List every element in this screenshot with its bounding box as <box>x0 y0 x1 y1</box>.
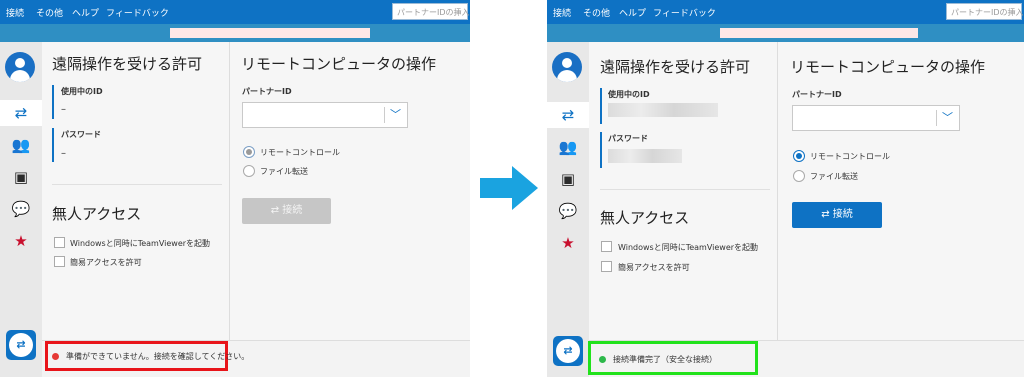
section-divider <box>600 189 770 190</box>
allow-remote-title: 遠隔操作を受ける許可 <box>600 58 751 76</box>
search-placeholder: パートナーIDの挿入 <box>951 8 1024 17</box>
augmented-reality-icon[interactable]: ★ <box>6 228 36 254</box>
file-transfer-label: ファイル転送 <box>810 172 858 181</box>
remote-control-radio[interactable] <box>243 146 255 158</box>
column-divider <box>229 42 230 342</box>
menu-help[interactable]: ヘルプ <box>72 6 99 19</box>
password-label: パスワード <box>608 134 648 143</box>
remote-control-label: リモートコントロール <box>810 152 890 161</box>
id-accent-bar <box>600 88 602 124</box>
easy-access-label: 簡易アクセスを許可 <box>70 258 142 267</box>
redacted-banner <box>170 28 370 38</box>
contacts-icon[interactable]: ▣ <box>6 164 36 190</box>
menu-feedback[interactable]: フィードバック <box>106 6 169 19</box>
people-icon[interactable]: 👥 <box>6 132 36 158</box>
your-id-label: 使用中のID <box>61 87 103 96</box>
teamviewer-logo-icon: ⇄ <box>553 336 583 366</box>
people-icon[interactable]: 👥 <box>553 134 583 160</box>
contacts-icon[interactable]: ▣ <box>553 166 583 192</box>
status-text: 準備ができていません。接続を確認してください。 <box>66 352 250 361</box>
notification-strip <box>547 24 1024 42</box>
your-id-label: 使用中のID <box>608 90 650 99</box>
allow-remote-title: 遠隔操作を受ける許可 <box>52 55 203 73</box>
partner-id-search-input[interactable]: パートナーIDの挿入 <box>946 3 1024 20</box>
control-remote-title: リモートコンピュータの操作 <box>790 58 986 76</box>
partner-id-label: パートナーID <box>792 90 842 99</box>
chevron-down-icon[interactable]: ﹀ <box>942 110 953 126</box>
redacted-banner <box>720 28 918 38</box>
status-dot-green <box>599 356 606 363</box>
teamviewer-window-after: 接続 その他 ヘルプ フィードバック パートナーIDの挿入 ⇄ 👥 ▣ 💬 ★ … <box>547 0 1024 377</box>
password-accent-bar <box>52 128 54 162</box>
chat-icon[interactable]: 💬 <box>553 198 583 224</box>
unattended-access-title: 無人アクセス <box>52 205 142 223</box>
avatar-icon[interactable] <box>5 52 35 82</box>
id-accent-bar <box>52 85 54 119</box>
connect-button-label: 接続 <box>282 205 303 216</box>
partner-id-label: パートナーID <box>242 87 292 96</box>
arrows-icon: ⇄ <box>821 209 833 220</box>
partner-id-combobox[interactable]: ﹀ <box>242 102 408 128</box>
sidebar: ⇄ 👥 ▣ 💬 ★ ⇄ <box>547 42 589 377</box>
status-dot-red <box>52 353 59 360</box>
teamviewer-window-before: 接続 その他 ヘルプ フィードバック パートナーIDの挿入 ⇄ 👥 ▣ 💬 ★ … <box>0 0 470 377</box>
status-text: 接続準備完了（安全な接続） <box>613 355 717 364</box>
arrows-icon: ⇄ <box>270 205 283 216</box>
start-with-windows-label: Windowsと同時にTeamViewerを起動 <box>70 239 211 248</box>
unattended-access-title: 無人アクセス <box>600 209 690 227</box>
your-id-value: – <box>61 104 66 115</box>
sidebar: ⇄ 👥 ▣ 💬 ★ ⇄ <box>0 42 42 377</box>
connect-button[interactable]: ⇄ 接続 <box>792 202 882 228</box>
file-transfer-radio[interactable] <box>243 165 255 177</box>
start-with-windows-checkbox[interactable] <box>54 237 65 248</box>
password-label: パスワード <box>61 130 101 139</box>
remote-control-radio[interactable] <box>793 150 805 162</box>
column-divider <box>777 42 778 342</box>
connect-button[interactable]: ⇄ 接続 <box>242 198 331 224</box>
arrows-icon[interactable]: ⇄ <box>547 102 589 128</box>
menu-extras[interactable]: その他 <box>36 6 63 19</box>
augmented-reality-icon[interactable]: ★ <box>553 230 583 256</box>
avatar-icon[interactable] <box>552 52 582 82</box>
remote-control-label: リモートコントロール <box>260 148 340 157</box>
combo-separator <box>384 107 385 123</box>
start-with-windows-label: Windowsと同時にTeamViewerを起動 <box>618 243 759 252</box>
easy-access-label: 簡易アクセスを許可 <box>618 263 690 272</box>
menu-bar: 接続 その他 ヘルプ フィードバック パートナーIDの挿入 <box>547 0 1024 24</box>
chat-icon[interactable]: 💬 <box>6 196 36 222</box>
password-value-blurred <box>608 149 682 163</box>
chevron-down-icon[interactable]: ﹀ <box>390 107 401 123</box>
combo-separator <box>936 110 937 126</box>
menu-bar: 接続 その他 ヘルプ フィードバック パートナーIDの挿入 <box>0 0 470 24</box>
password-accent-bar <box>600 132 602 168</box>
menu-feedback[interactable]: フィードバック <box>653 6 716 19</box>
search-placeholder: パートナーIDの挿入 <box>397 8 470 17</box>
transition-arrow-icon <box>480 166 538 210</box>
partner-id-combobox[interactable]: ﹀ <box>792 105 960 131</box>
menu-connection[interactable]: 接続 <box>6 6 24 19</box>
notification-strip <box>0 24 470 42</box>
easy-access-checkbox[interactable] <box>54 256 65 267</box>
easy-access-checkbox[interactable] <box>601 261 612 272</box>
control-remote-title: リモートコンピュータの操作 <box>241 55 437 73</box>
arrows-icon[interactable]: ⇄ <box>0 100 42 126</box>
start-with-windows-checkbox[interactable] <box>601 241 612 252</box>
your-id-value-blurred <box>608 103 718 117</box>
file-transfer-radio[interactable] <box>793 170 805 182</box>
menu-help[interactable]: ヘルプ <box>619 6 646 19</box>
password-value: – <box>61 148 66 159</box>
menu-extras[interactable]: その他 <box>583 6 610 19</box>
section-divider <box>52 184 222 185</box>
connect-button-label: 接続 <box>832 209 853 220</box>
file-transfer-label: ファイル転送 <box>260 167 308 176</box>
partner-id-search-input[interactable]: パートナーIDの挿入 <box>392 3 470 20</box>
menu-connection[interactable]: 接続 <box>553 6 571 19</box>
teamviewer-logo-icon: ⇄ <box>6 330 36 360</box>
